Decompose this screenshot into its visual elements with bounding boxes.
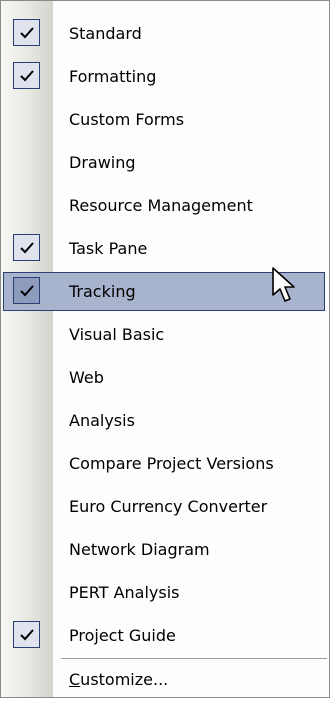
checkmark-icon — [20, 629, 34, 641]
menu-item-formatting[interactable]: Formatting — [1, 55, 329, 98]
checkmark-icon — [20, 285, 34, 297]
mnemonic-letter: C — [69, 670, 81, 689]
menu-item-label: Project Guide — [69, 626, 176, 645]
menu-item-label: Resource Management — [69, 196, 253, 215]
check-box — [13, 234, 40, 261]
menu-item-label: Drawing — [69, 153, 136, 172]
menu-item-label: Network Diagram — [69, 540, 210, 559]
menu-item-compare-project-versions[interactable]: Compare Project Versions — [1, 442, 329, 485]
menu-item-project-guide[interactable]: Project Guide — [1, 614, 329, 657]
menu-separator — [61, 658, 327, 659]
menu-item-web[interactable]: Web — [1, 356, 329, 399]
menu-item-resource-management[interactable]: Resource Management — [1, 184, 329, 227]
check-box — [13, 19, 40, 46]
menu-item-euro-currency-converter[interactable]: Euro Currency Converter — [1, 485, 329, 528]
check-box — [13, 277, 40, 304]
menu-item-label: Custom Forms — [69, 110, 185, 129]
menu-items: Standard Formatting Custom Forms Drawing… — [1, 12, 329, 657]
check-box — [13, 621, 40, 648]
menu-item-analysis[interactable]: Analysis — [1, 399, 329, 442]
menu-item-label: Compare Project Versions — [69, 454, 274, 473]
menu-item-label: Euro Currency Converter — [69, 497, 268, 516]
menu-item-visual-basic[interactable]: Visual Basic — [1, 313, 329, 356]
menu-item-custom-forms[interactable]: Custom Forms — [1, 98, 329, 141]
menu-item-task-pane[interactable]: Task Pane — [1, 227, 329, 270]
menu-item-label: Customize... — [69, 660, 168, 700]
checkmark-icon — [20, 27, 34, 39]
menu-item-label: Web — [69, 368, 104, 387]
mouse-pointer-icon — [272, 267, 295, 302]
check-box — [13, 62, 40, 89]
menu-item-label: Analysis — [69, 411, 135, 430]
menu-item-label: Task Pane — [69, 239, 148, 258]
menu-item-label: Tracking — [69, 282, 136, 301]
menu-item-label: PERT Analysis — [69, 583, 180, 602]
menu-item-standard[interactable]: Standard — [1, 12, 329, 55]
menu-item-label: Formatting — [69, 67, 157, 86]
menu-item-label: Visual Basic — [69, 325, 165, 344]
menu-item-network-diagram[interactable]: Network Diagram — [1, 528, 329, 571]
menu-item-pert-analysis[interactable]: PERT Analysis — [1, 571, 329, 614]
menu-item-customize[interactable]: Customize... — [1, 660, 329, 703]
checkmark-icon — [20, 70, 34, 82]
menu-item-drawing[interactable]: Drawing — [1, 141, 329, 184]
customize-label-rest: ustomize... — [80, 670, 169, 689]
menu-item-label: Standard — [69, 24, 142, 43]
toolbars-context-menu: Standard Formatting Custom Forms Drawing… — [0, 0, 330, 698]
checkmark-icon — [20, 242, 34, 254]
